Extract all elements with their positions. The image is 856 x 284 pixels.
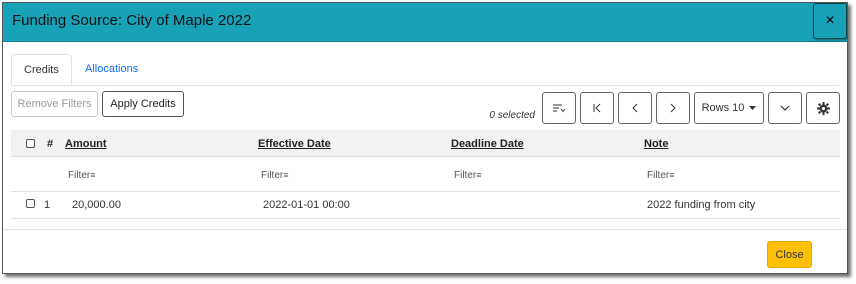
row-checkbox[interactable] — [26, 199, 35, 208]
tab-allocations[interactable]: Allocations — [73, 54, 150, 85]
first-page-icon — [592, 103, 602, 113]
expand-button[interactable] — [768, 92, 802, 124]
next-page-icon — [668, 103, 678, 113]
caret-down-icon — [749, 105, 757, 111]
note-filter[interactable]: Filter≡ — [647, 170, 675, 181]
funding-source-dialog: Funding Source: City of Maple 2022 × Cre… — [2, 2, 848, 274]
rows-label: Rows 10 — [701, 102, 745, 114]
gear-icon — [816, 101, 830, 115]
amount-cell: 20,000.00 — [72, 199, 121, 211]
next-page-button[interactable] — [656, 92, 690, 124]
close-button[interactable]: Close — [767, 241, 812, 268]
grid-filter-row: Filter≡ Filter≡ Filter≡ Filter≡ — [11, 157, 840, 192]
grid-header-row: # Amount Effective Date Deadline Date No… — [11, 130, 840, 157]
column-header-amount[interactable]: Amount — [65, 138, 107, 150]
column-header-deadline-date[interactable]: Deadline Date — [451, 138, 524, 150]
remove-filters-button[interactable]: Remove Filters — [11, 91, 98, 117]
note-cell: 2022 funding from city — [647, 199, 756, 211]
settings-button[interactable] — [806, 92, 840, 124]
dialog-header: Funding Source: City of Maple 2022 × — [3, 3, 847, 42]
effective-date-filter[interactable]: Filter≡ — [261, 170, 289, 181]
row-number: 1 — [44, 199, 51, 211]
filter-icon: ≡ — [90, 170, 96, 180]
column-header-note[interactable]: Note — [644, 138, 668, 150]
sort-icon — [552, 103, 566, 113]
filter-icon: ≡ — [476, 170, 482, 180]
column-header-number: # — [47, 138, 54, 150]
first-page-button[interactable] — [580, 92, 614, 124]
rows-per-page-dropdown[interactable]: Rows 10 — [694, 92, 764, 124]
filter-icon: ≡ — [283, 170, 289, 180]
apply-credits-button[interactable]: Apply Credits — [102, 91, 184, 117]
effective-date-cell: 2022-01-01 00:00 — [263, 199, 350, 211]
selected-count: 0 selected — [489, 110, 535, 121]
amount-filter[interactable]: Filter≡ — [68, 170, 96, 181]
filter-icon: ≡ — [669, 170, 675, 180]
sort-button[interactable] — [542, 92, 576, 124]
close-icon[interactable]: × — [813, 3, 847, 39]
deadline-date-filter[interactable]: Filter≡ — [454, 170, 482, 181]
chevron-down-icon — [780, 104, 790, 112]
previous-page-button[interactable] — [618, 92, 652, 124]
select-all-checkbox[interactable] — [26, 139, 35, 148]
footer-divider — [3, 229, 847, 230]
table-row[interactable]: 1 20,000.00 2022-01-01 00:00 2022 fundin… — [11, 192, 840, 219]
column-header-effective-date[interactable]: Effective Date — [258, 138, 331, 150]
dialog-title: Funding Source: City of Maple 2022 — [12, 12, 252, 29]
tab-bar: Credits Allocations — [11, 54, 839, 86]
previous-page-icon — [630, 103, 640, 113]
tab-credits[interactable]: Credits — [11, 54, 72, 85]
